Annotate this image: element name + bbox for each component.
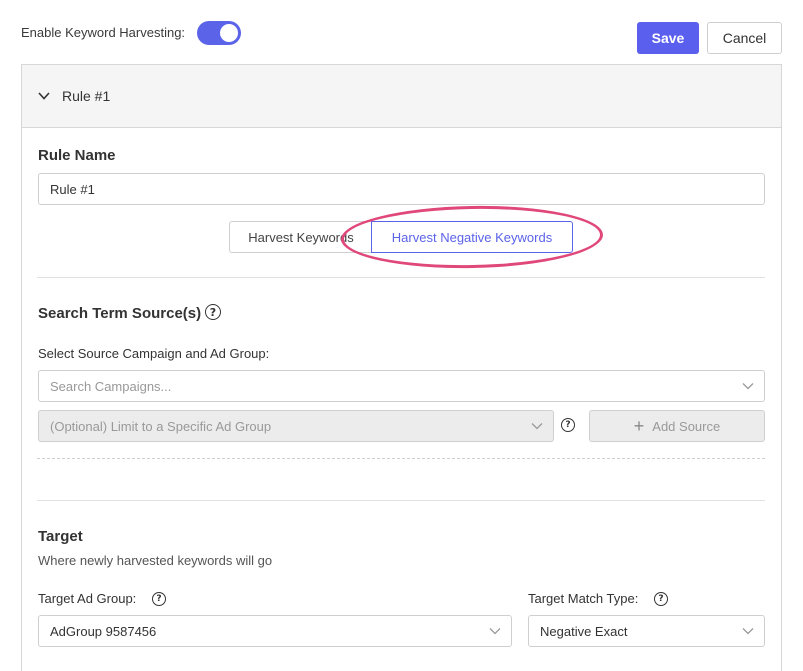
target-match-type-select[interactable]: Negative Exact bbox=[528, 615, 765, 647]
chevron-down-icon bbox=[742, 628, 754, 635]
target-ad-group-label: Target Ad Group: bbox=[38, 591, 137, 606]
enable-harvesting-label: Enable Keyword Harvesting: bbox=[21, 25, 186, 40]
ad-group-placeholder: (Optional) Limit to a Specific Ad Group bbox=[50, 418, 272, 434]
dashed-divider bbox=[37, 458, 765, 459]
help-icon[interactable]: ? bbox=[152, 592, 166, 606]
plus-icon: + bbox=[633, 416, 645, 436]
divider bbox=[37, 500, 765, 501]
top-bar: Enable Keyword Harvesting: Save Cancel bbox=[0, 0, 803, 64]
rule-name-heading: Rule Name bbox=[38, 147, 116, 164]
tab-harvest-keywords[interactable]: Harvest Keywords bbox=[229, 221, 372, 253]
toggle-knob bbox=[220, 24, 238, 42]
target-heading: Target bbox=[38, 528, 83, 545]
enable-harvesting-toggle[interactable] bbox=[197, 21, 241, 45]
target-ad-group-value: AdGroup 9587456 bbox=[50, 623, 157, 639]
select-source-label: Select Source Campaign and Ad Group: bbox=[38, 346, 270, 361]
ad-group-select[interactable]: (Optional) Limit to a Specific Ad Group bbox=[38, 410, 554, 442]
target-match-type-value: Negative Exact bbox=[540, 623, 628, 639]
chevron-down-icon bbox=[742, 383, 754, 390]
cancel-button[interactable]: Cancel bbox=[707, 22, 782, 54]
target-match-type-label: Target Match Type: bbox=[528, 591, 639, 606]
add-source-button[interactable]: + Add Source bbox=[589, 410, 765, 442]
campaign-search-input[interactable]: Search Campaigns... bbox=[38, 370, 765, 402]
target-ad-group-select[interactable]: AdGroup 9587456 bbox=[38, 615, 512, 647]
campaign-search-placeholder: Search Campaigns... bbox=[50, 378, 172, 394]
chevron-down-icon bbox=[489, 628, 501, 635]
help-icon[interactable]: ? bbox=[654, 592, 668, 606]
search-term-source-heading: Search Term Source(s) bbox=[38, 305, 202, 322]
tab-harvest-negative-keywords[interactable]: Harvest Negative Keywords bbox=[371, 221, 573, 253]
rule-name-input[interactable]: Rule #1 bbox=[38, 173, 765, 205]
chevron-down-icon bbox=[531, 423, 543, 430]
rule-panel: Rule #1 bbox=[21, 64, 782, 671]
rule-panel-title: Rule #1 bbox=[62, 88, 111, 104]
save-button[interactable]: Save bbox=[637, 22, 699, 54]
target-subtitle: Where newly harvested keywords will go bbox=[38, 553, 273, 568]
divider bbox=[37, 277, 765, 278]
rule-panel-header[interactable]: Rule #1 bbox=[22, 65, 781, 128]
chevron-down-icon bbox=[38, 92, 50, 100]
help-icon[interactable]: ? bbox=[561, 418, 575, 432]
help-icon[interactable]: ? bbox=[205, 304, 221, 320]
add-source-label: Add Source bbox=[652, 418, 721, 434]
